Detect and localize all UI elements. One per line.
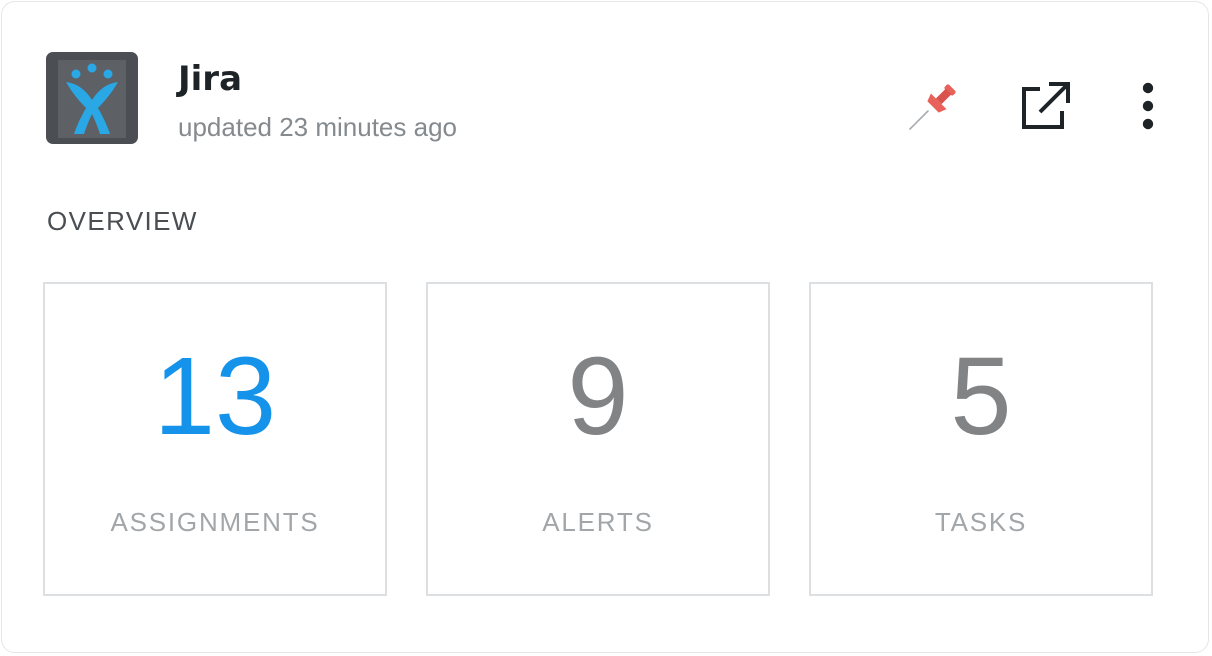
- alerts-count: 9: [567, 335, 629, 458]
- last-updated-text: updated 23 minutes ago: [178, 112, 457, 142]
- more-vertical-icon[interactable]: [1132, 78, 1166, 134]
- jira-logo-icon: [46, 52, 138, 144]
- stat-tile-alerts[interactable]: 9 ALERTS: [426, 282, 770, 596]
- assignments-label: ASSIGNMENTS: [110, 507, 320, 537]
- tasks-label: TASKS: [934, 507, 1028, 537]
- alerts-label: ALERTS: [542, 507, 654, 537]
- stat-tile-assignments[interactable]: 13 ASSIGNMENTS: [43, 282, 387, 596]
- external-link-icon[interactable]: [1018, 80, 1072, 134]
- stat-tile-tasks[interactable]: 5 TASKS: [809, 282, 1153, 596]
- pushpin-icon[interactable]: [906, 78, 962, 134]
- overview-heading: OVERVIEW: [47, 206, 198, 236]
- app-title: Jira: [178, 59, 243, 99]
- assignments-count: 13: [153, 335, 277, 458]
- tasks-count: 5: [950, 335, 1012, 458]
